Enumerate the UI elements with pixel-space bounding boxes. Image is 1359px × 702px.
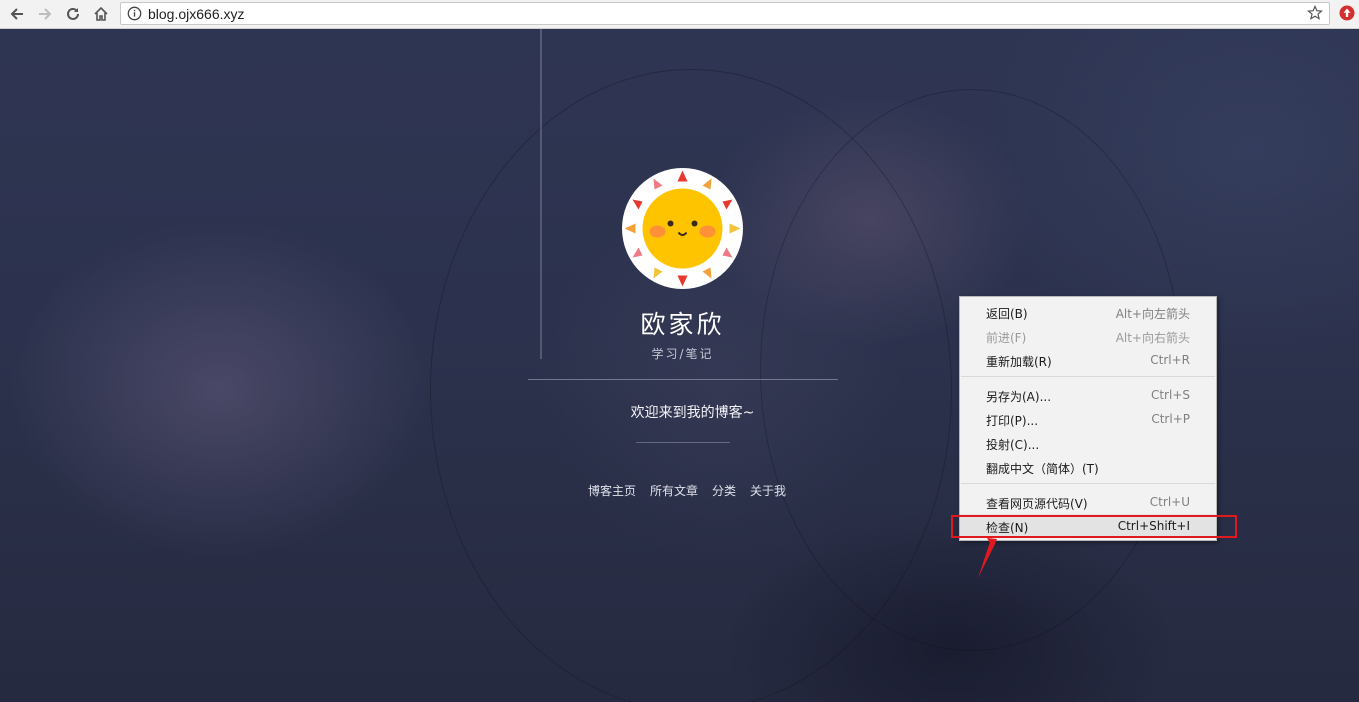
menu-separator [961, 376, 1215, 377]
divider [636, 442, 730, 443]
menu-item-cast[interactable]: 投射(C)... [960, 431, 1216, 455]
divider [528, 379, 838, 380]
forward-arrow-icon[interactable] [34, 3, 56, 25]
menu-item-shortcut: Alt+向右箭头 [1115, 331, 1190, 345]
annotation-highlight-box [951, 515, 1237, 538]
menu-item-reload[interactable]: 重新加载(R) Ctrl+R [960, 348, 1216, 372]
menu-item-label: 投射(C)... [986, 438, 1040, 452]
nav-link-all-posts[interactable]: 所有文章 [650, 482, 698, 499]
menu-item-shortcut: Ctrl+S [1150, 388, 1190, 402]
browser-toolbar: blog.ojx666.xyz [0, 0, 1359, 29]
menu-item-shortcut: Ctrl+R [1150, 353, 1190, 367]
menu-item-shortcut: Alt+向左箭头 [1115, 307, 1190, 321]
home-icon[interactable] [90, 3, 112, 25]
star-icon[interactable] [1307, 5, 1323, 25]
menu-item-label: 重新加载(R) [986, 355, 1052, 369]
menu-item-print[interactable]: 打印(P)... Ctrl+P [960, 407, 1216, 431]
nav-link-categories[interactable]: 分类 [712, 482, 736, 499]
nav-link-about[interactable]: 关于我 [750, 482, 786, 499]
menu-item-label: 前进(F) [986, 331, 1027, 345]
context-menu: 返回(B) Alt+向左箭头 前进(F) Alt+向右箭头 重新加载(R) Ct… [959, 296, 1217, 541]
url-text[interactable]: blog.ojx666.xyz [148, 6, 245, 22]
menu-item-shortcut: Ctrl+U [1149, 495, 1190, 509]
menu-item-save-as[interactable]: 另存为(A)... Ctrl+S [960, 383, 1216, 407]
menu-item-label: 查看网页源代码(V) [986, 497, 1088, 511]
menu-item-label: 翻成中文（简体）(T) [986, 462, 1099, 476]
annotation-arrow-icon [978, 538, 997, 578]
menu-item-label: 返回(B) [986, 307, 1028, 321]
avatar[interactable] [622, 168, 743, 289]
address-bar[interactable]: blog.ojx666.xyz [120, 2, 1330, 25]
menu-item-shortcut: Ctrl+P [1151, 412, 1190, 426]
back-arrow-icon[interactable] [6, 3, 28, 25]
menu-item-label: 打印(P)... [986, 414, 1039, 428]
menu-item-forward[interactable]: 前进(F) Alt+向右箭头 [960, 324, 1216, 348]
menu-item-back[interactable]: 返回(B) Alt+向左箭头 [960, 300, 1216, 324]
menu-item-translate[interactable]: 翻成中文（简体）(T) [960, 455, 1216, 479]
reload-icon[interactable] [62, 3, 84, 25]
info-icon[interactable] [127, 6, 142, 25]
blog-nav: 博客主页 所有文章 分类 关于我 [588, 482, 786, 499]
menu-item-view-source[interactable]: 查看网页源代码(V) Ctrl+U [960, 490, 1216, 514]
sun-avatar-icon [624, 170, 741, 287]
menu-separator [961, 483, 1215, 484]
extension-icon[interactable] [1339, 5, 1355, 25]
nav-link-home[interactable]: 博客主页 [588, 482, 636, 499]
menu-item-label: 另存为(A)... [986, 390, 1052, 404]
